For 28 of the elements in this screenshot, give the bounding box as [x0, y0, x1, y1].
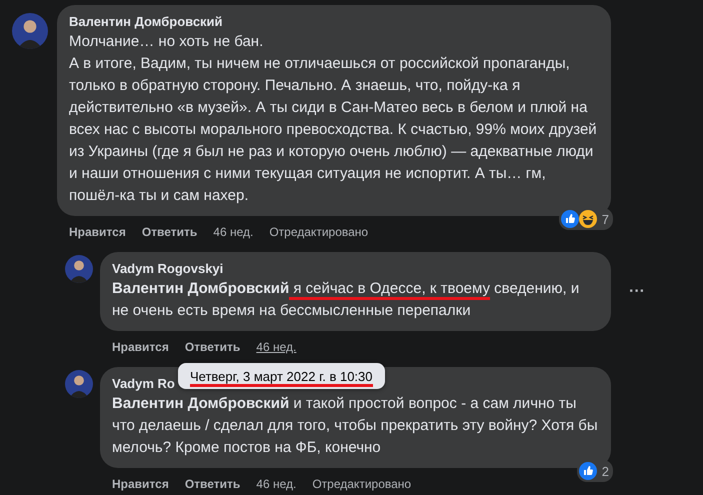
reaction-summary[interactable]: 2	[576, 460, 613, 482]
timestamp-link[interactable]: 46 нед.	[213, 224, 254, 240]
action-link[interactable]: Нравится	[112, 339, 169, 355]
like-icon	[578, 462, 597, 480]
edited-label: Отредактировано	[312, 476, 412, 492]
action-link[interactable]: Нравится	[112, 476, 169, 492]
reaction-summary[interactable]: 7	[558, 208, 613, 230]
action-link[interactable]: Нравится	[69, 224, 126, 240]
comment-text: Валентин Домбровский я сейчас в Одессе, к твоему сведению, и не очень есть время на бессмысленные перепалки	[112, 279, 580, 321]
comment-text: А в итоге, Вадим, ты ничем не отличаешься от российской пропаганды, только в обратную сторону. Печально. А знаешь, что, пойду-ка я действительно «в музей». А ты сиди в Сан-Матео весь в белом и плюй на всех нас с высоты морального превосходства. К счастью, 99% моих друзей из Украины (где я был не раз и которую очень люблю) — адекватные люди и наши отношения с ними текущая ситуация не испортит. А ты… гм, пошёл-ка ты и сам нахер.	[69, 54, 598, 206]
avatar[interactable]	[65, 370, 93, 398]
action-link[interactable]: Ответить	[184, 339, 240, 355]
edited-label: Отредактировано	[269, 224, 368, 240]
author-name[interactable]: Vadym Rogovskyi	[112, 260, 224, 277]
avatar[interactable]	[65, 255, 93, 283]
comment-text: Валентин Домбровский и такой простой вопрос - а сам лично ты что делаешь / сделал для того, чтобы прекратить эту войну? Хотя бы мелочь? Кроме постов на ФБ, конечно	[112, 394, 599, 458]
action-link[interactable]: Ответить	[142, 224, 198, 240]
timestamp-link[interactable]: 46 нед.	[256, 339, 296, 355]
author-name[interactable]: Vadym Ro	[112, 375, 175, 392]
author-name[interactable]: Валентин Домбровский	[69, 13, 223, 30]
tooltip: Четверг, 3 март 2022 г. в 10:30	[178, 363, 384, 389]
more-button[interactable]: ···	[623, 278, 651, 304]
timestamp-link[interactable]: 46 нед.	[256, 476, 296, 492]
like-icon	[560, 210, 579, 228]
action-link[interactable]: Ответить	[184, 476, 240, 492]
avatar[interactable]	[12, 13, 48, 49]
comment-text: Молчание… но хоть не бан.	[69, 32, 264, 52]
laughing-face-icon	[578, 210, 597, 228]
